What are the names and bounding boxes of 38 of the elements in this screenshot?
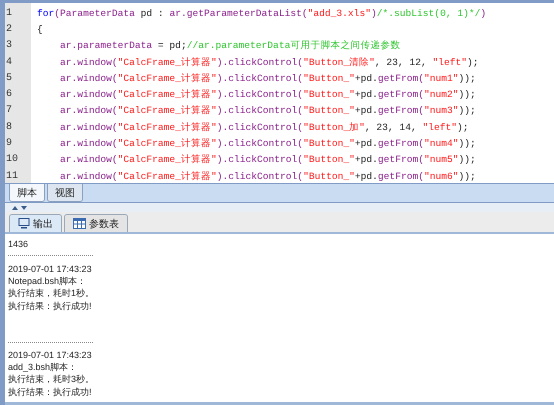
line-number: 11 (5, 170, 20, 182)
output-line: 执行结束，耗时1秒。 (8, 287, 96, 300)
line-number: 2 (5, 24, 14, 35)
output-line: 执行结束，耗时3秒。 (8, 373, 96, 386)
output-tab[interactable]: 输出 (9, 214, 62, 232)
code-editor[interactable] (5, 0, 554, 184)
line-number: 3 (5, 40, 14, 52)
editor-tab[interactable]: 视图 (47, 184, 83, 202)
output-line: 执行结果：执行成功! (8, 386, 93, 398)
code-line: ar.window("CalcFrame_计算器").clickControl("Button_"+pd.getFrom("num6")); (59, 170, 476, 183)
code-line: ar.window("CalcFrame_计算器").clickControl("Button_"+pd.getFrom("num3")); (59, 104, 476, 118)
code-line: ar.window("CalcFrame_计算器").clickControl("Button_清除", 23, 12, "left"); (59, 56, 479, 69)
code-line: { (36, 24, 43, 35)
line-number: 4 (5, 56, 14, 68)
code-line: ar.window("CalcFrame_计算器").clickControl("Button_"+pd.getFrom("num2")); (59, 88, 476, 102)
table-icon (73, 218, 86, 230)
line-number: 5 (5, 72, 14, 84)
code-line: ar.parameterData = pd;//ar.parameterData可用于脚本之间传递参数 (59, 39, 400, 52)
output-tab[interactable]: 参数表 (64, 214, 128, 232)
editor-tab[interactable]: 脚本 (9, 184, 45, 202)
output-line: Notepad.bsh脚本： (8, 275, 88, 288)
code-line: ar.window("CalcFrame_计算器").clickControl("Button_"+pd.getFrom("num1")); (59, 72, 476, 85)
line-number: 1 (5, 8, 14, 19)
line-number: 6 (5, 89, 14, 100)
code-line: ar.window("CalcFrame_计算器").clickControl("Button_加", 23, 14, "left"); (59, 120, 469, 134)
line-number: 8 (5, 122, 14, 133)
monitor-icon (18, 218, 30, 230)
line-number: 10 (5, 154, 20, 166)
code-line: for(ParameterData pd : ar.getParameterDataList("add_3.xls")/*.subList(0, 1)*/) (36, 8, 486, 19)
code-line: ar.window("CalcFrame_计算器").clickControl("Button_"+pd.getFrom("num5")); (59, 153, 476, 166)
output-line: 2019-07-01 17:43:23 (8, 262, 93, 276)
output-line: 执行结果：执行成功! (8, 300, 93, 312)
output-line: 2019-07-01 17:43:23 (8, 348, 93, 362)
line-number: 7 (5, 105, 14, 116)
code-line: ar.window("CalcFrame_计算器").clickControl("Button_"+pd.getFrom("num4")); (59, 137, 476, 150)
output-line: 1436 (8, 238, 30, 250)
line-number: 9 (5, 138, 14, 150)
output-line: add_3.bsh脚本： (8, 361, 78, 374)
